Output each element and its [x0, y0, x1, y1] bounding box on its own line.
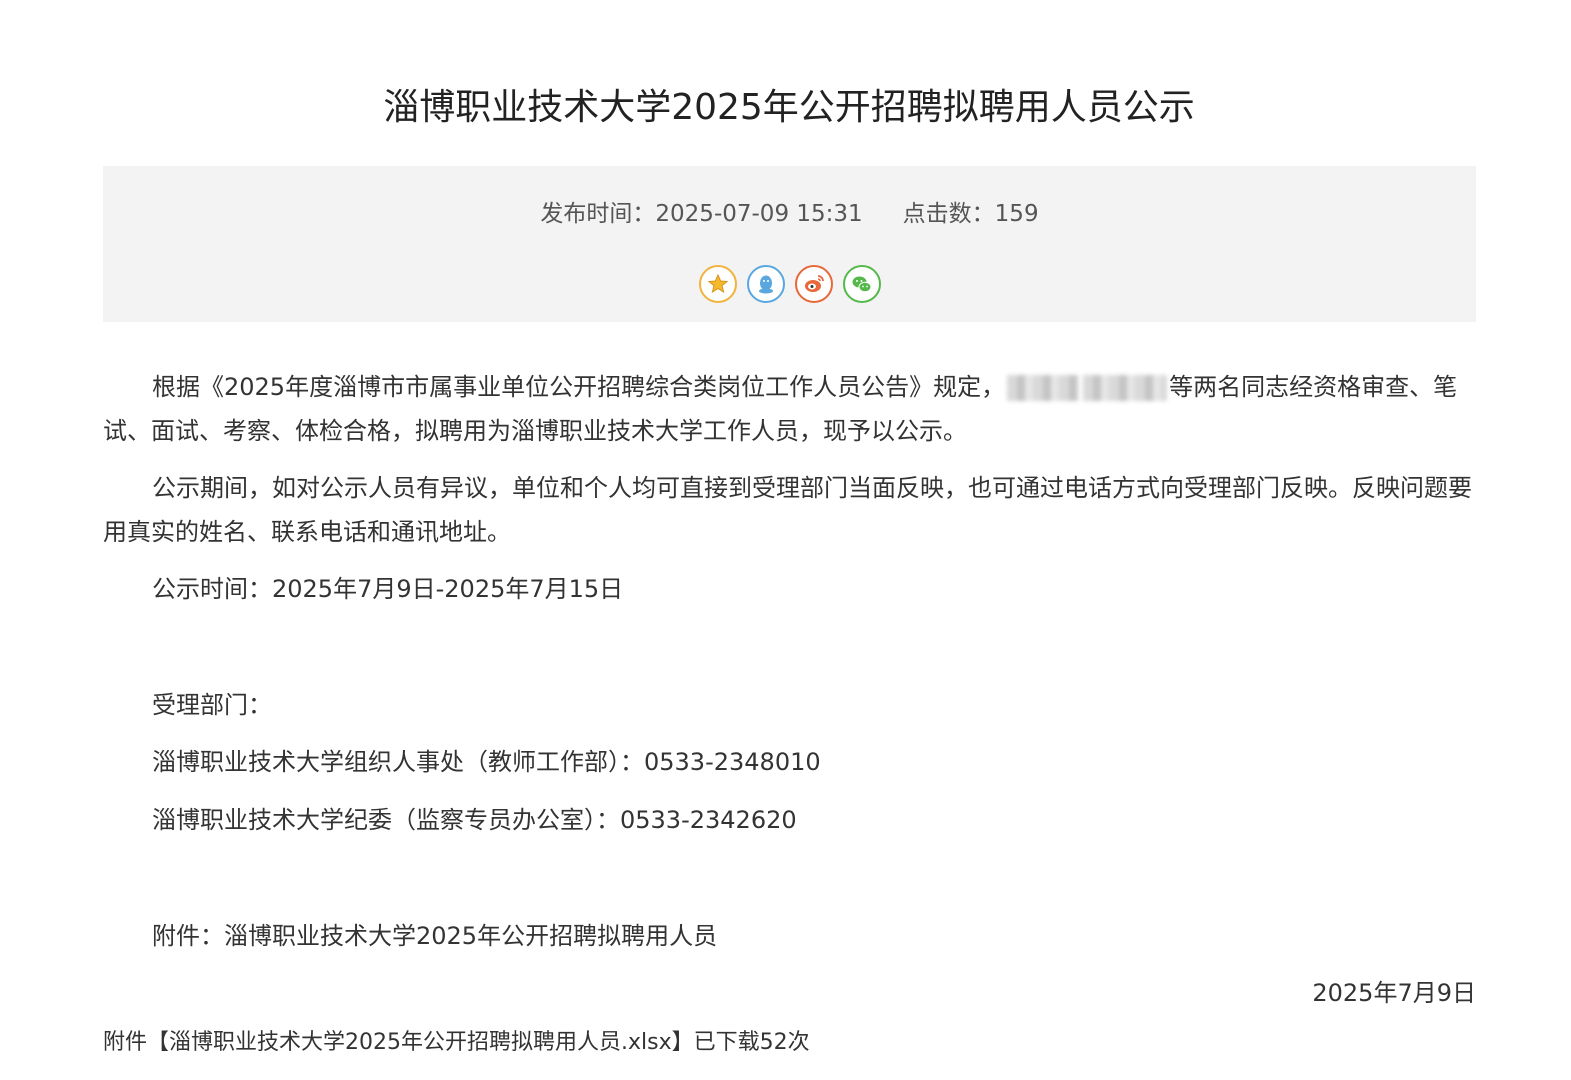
publish-time-label: 发布时间： — [540, 201, 656, 227]
attachment-file-link[interactable]: 淄博职业技术大学2025年公开招聘拟聘用人员.xlsx — [169, 1030, 672, 1055]
weibo-icon[interactable] — [794, 265, 833, 303]
announcement-paragraph-1: 根据《2025年度淄博市市属事业单位公开招聘综合类岗位工作人员公告》规定， 等两名… — [103, 373, 1458, 445]
page-title: 淄博职业技术大学2025年公开招聘拟聘用人员公示 — [383, 87, 1195, 129]
redacted-name — [1007, 375, 1080, 401]
article-meta: 发布时间：2025-07-09 15:31 点击数：159 — [103, 198, 1476, 230]
article-meta-panel: 发布时间：2025-07-09 15:31 点击数：159 — [103, 166, 1476, 322]
redacted-name — [1083, 375, 1168, 401]
wechat-icon[interactable] — [842, 265, 881, 303]
publish-time: 2025-07-09 15:31 — [655, 201, 863, 227]
click-count: 159 — [994, 201, 1039, 227]
announcement-paragraph-2: 公示期间，如对公示人员有异议，单位和个人均可直接到受理部门当面反映，也可通过电话… — [103, 474, 1472, 546]
sign-date: 2025年7月9日 — [1312, 979, 1476, 1007]
share-toolbar — [103, 265, 1476, 303]
qq-icon[interactable] — [746, 265, 785, 303]
dept-label: 受理部门： — [152, 691, 272, 719]
favorite-star-icon[interactable] — [698, 265, 737, 303]
click-count-label: 点击数： — [902, 201, 995, 227]
attachment-note: 附件：淄博职业技术大学2025年公开招聘拟聘用人员 — [152, 922, 718, 950]
dept-contact-discipline: 淄博职业技术大学纪委（监察专员办公室）：0533-2342620 — [152, 806, 797, 834]
dept-contact-hr: 淄博职业技术大学组织人事处（教师工作部）：0533-2348010 — [152, 748, 821, 776]
attachment-download: 附件【淄博职业技术大学2025年公开招聘拟聘用人员.xlsx】已下载52次 — [103, 1030, 810, 1055]
publicity-period: 公示时间：2025年7月9日-2025年7月15日 — [152, 575, 624, 603]
